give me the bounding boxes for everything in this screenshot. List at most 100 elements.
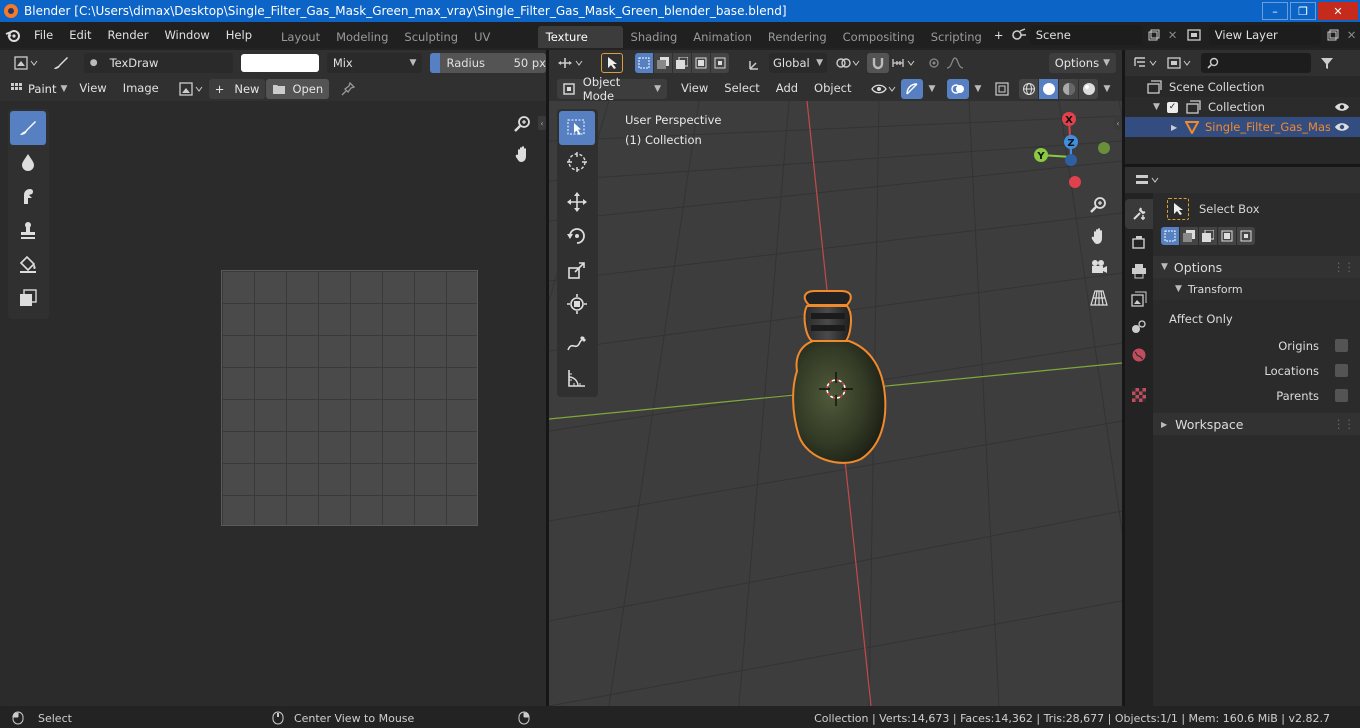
viewport-zoom-icon[interactable] [1085, 191, 1113, 219]
transform-orientation-dropdown[interactable]: Global ▼ [769, 53, 827, 73]
falloff-icon[interactable] [943, 53, 967, 73]
tool-settings-tab[interactable] [1125, 199, 1153, 229]
select-intersect-icon[interactable] [711, 53, 729, 73]
origins-checkbox[interactable] [1335, 339, 1348, 352]
camera-view-icon[interactable] [1085, 253, 1113, 281]
viewport-menu-view[interactable]: View [673, 76, 716, 101]
rendered-shading-icon[interactable] [1079, 78, 1098, 99]
tab-modeling[interactable]: Modeling [328, 26, 396, 48]
viewport-menu-select[interactable]: Select [716, 76, 767, 101]
overlays-icon[interactable] [947, 78, 969, 99]
proportional-edit-icon[interactable] [925, 53, 943, 73]
snap-magnet-icon[interactable] [867, 53, 889, 73]
tab-scripting[interactable]: Scripting [923, 26, 990, 48]
close-button[interactable]: ✕ [1318, 2, 1358, 20]
select-new-icon[interactable] [1161, 227, 1179, 245]
drag-handle-icon[interactable]: ⋮⋮ [1333, 417, 1355, 431]
tab-rendering[interactable]: Rendering [760, 26, 835, 48]
chevron-down-icon[interactable]: ▼ [1100, 79, 1114, 99]
open-image-button[interactable]: Open [266, 78, 330, 99]
viewport-editor-type-icon[interactable] [553, 53, 589, 73]
visibility-eye-icon[interactable] [1334, 101, 1350, 113]
soften-tool[interactable] [10, 145, 46, 179]
select-extend-icon[interactable] [654, 53, 672, 73]
new-scene-icon[interactable] [1144, 25, 1164, 45]
tab-layout[interactable]: Layout [273, 26, 328, 48]
clone-tool[interactable] [10, 213, 46, 247]
viewport-pan-hand-icon[interactable] [1085, 222, 1113, 250]
workspace-panel-header[interactable]: ▶ Workspace ⋮⋮ [1153, 413, 1360, 435]
world-tab[interactable] [1125, 341, 1153, 369]
select-extend-icon[interactable] [1180, 227, 1198, 245]
add-workspace-button[interactable]: + [990, 22, 1008, 48]
properties-editor-type-icon[interactable] [1133, 170, 1163, 190]
image-browse-icon[interactable] [177, 79, 207, 99]
locations-checkbox[interactable] [1335, 364, 1348, 377]
move-tool[interactable] [559, 185, 595, 219]
editor-type-icon[interactable] [6, 53, 46, 73]
zoom-icon[interactable] [509, 110, 537, 138]
visibility-eye-icon[interactable] [1334, 121, 1350, 133]
object-mode-dropdown[interactable]: Object Mode ▼ [557, 75, 667, 103]
paint-mode-dropdown[interactable]: Paint ▼ [24, 79, 71, 99]
menu-file[interactable]: File [26, 22, 61, 48]
scene-icon[interactable] [1008, 28, 1030, 42]
cursor-tool[interactable] [559, 145, 595, 179]
options-dropdown[interactable]: Options ▼ [1048, 53, 1116, 73]
radius-slider[interactable]: Radius 50 px [430, 53, 546, 73]
material-preview-icon[interactable] [1059, 78, 1078, 99]
image-canvas-grid[interactable] [221, 270, 478, 526]
sidebar-toggle-left[interactable]: ‹ [538, 116, 546, 130]
gizmo-neg-y[interactable] [1098, 142, 1110, 154]
scene-tab[interactable] [1125, 313, 1153, 341]
brush-icon[interactable] [46, 53, 76, 73]
fill-tool[interactable] [10, 247, 46, 281]
tab-animation[interactable]: Animation [685, 26, 760, 48]
chevron-down-icon[interactable]: ▼ [925, 79, 939, 99]
solid-shading-icon[interactable] [1039, 78, 1058, 99]
visibility-eye-icon[interactable] [869, 79, 899, 99]
outliner-row-scene-collection[interactable]: Scene Collection [1125, 77, 1360, 97]
tab-sculpting[interactable]: Sculpting [396, 26, 466, 48]
menu-edit[interactable]: Edit [61, 22, 99, 48]
view-layer-field[interactable]: View Layer [1208, 25, 1321, 45]
smear-tool[interactable] [10, 179, 46, 213]
outliner-row-object[interactable]: ▶ Single_Filter_Gas_Mask_ [1125, 117, 1360, 137]
new-image-button[interactable]: + New [208, 78, 266, 99]
output-tab[interactable] [1125, 257, 1153, 285]
brush-name-field[interactable]: ● TexDraw [83, 53, 234, 73]
rotate-tool[interactable] [559, 219, 595, 253]
blender-menu-icon[interactable] [0, 22, 26, 48]
scale-tool[interactable] [559, 253, 595, 287]
viewport-menu-object[interactable]: Object [806, 76, 859, 101]
tab-uv-editing[interactable]: UV Editing [466, 26, 538, 66]
remove-view-layer-icon[interactable]: ✕ [1343, 25, 1360, 45]
select-invert-icon[interactable] [692, 53, 710, 73]
brush-color-swatch[interactable] [241, 54, 319, 72]
tab-texture-paint[interactable]: Texture Paint [537, 26, 623, 66]
drag-handle-icon[interactable]: ⋮⋮ [1333, 260, 1355, 274]
mask-tool[interactable] [10, 281, 46, 315]
tab-shading[interactable]: Shading [623, 26, 686, 48]
filter-icon[interactable] [1315, 53, 1339, 73]
display-mode-icon[interactable] [1165, 53, 1195, 73]
transform-tool[interactable] [559, 287, 595, 321]
view-layer-icon[interactable] [1181, 25, 1209, 45]
image-editor-canvas[interactable] [0, 101, 546, 706]
render-tab[interactable] [1125, 229, 1153, 257]
viewport-3d[interactable]: User Perspective (1) Collection X Z Y [549, 101, 1122, 706]
select-subtract-icon[interactable] [1199, 227, 1217, 245]
options-panel-header[interactable]: ▼ Options ⋮⋮ [1153, 256, 1360, 278]
sidebar-toggle-right[interactable]: ‹ [1114, 116, 1122, 130]
expand-arrow-icon[interactable]: ▶ [1171, 123, 1185, 132]
pan-hand-icon[interactable] [509, 140, 537, 168]
menu-render[interactable]: Render [99, 22, 156, 48]
draw-tool[interactable] [10, 111, 46, 145]
outliner-search-input[interactable] [1201, 53, 1311, 73]
menu-help[interactable]: Help [218, 22, 260, 48]
select-intersect-icon[interactable] [1237, 227, 1255, 245]
select-invert-icon[interactable] [1218, 227, 1236, 245]
gizmo-neg-z[interactable] [1065, 154, 1077, 166]
gizmo-neg-x[interactable] [1069, 176, 1081, 188]
select-box-tool[interactable] [559, 111, 595, 145]
